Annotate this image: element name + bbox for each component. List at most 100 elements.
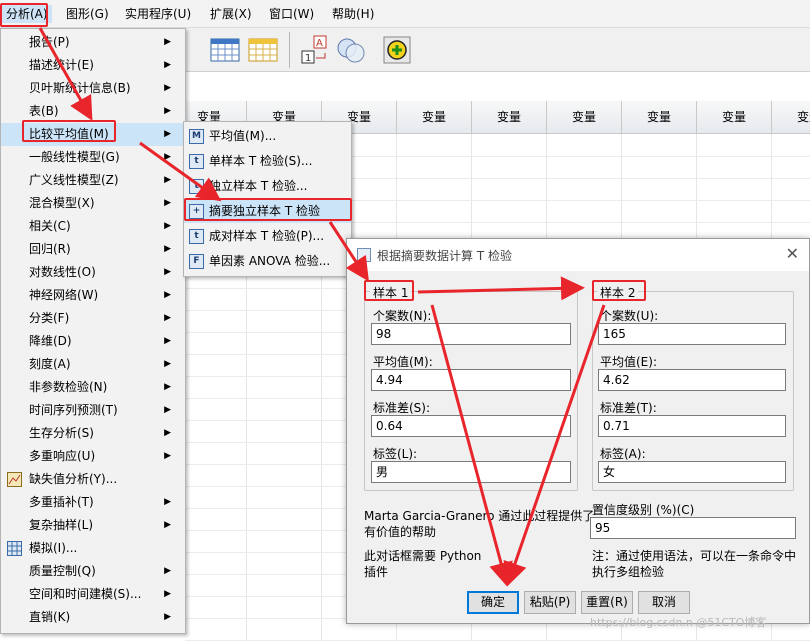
procedure-icon: F <box>189 254 204 269</box>
analyze-menu-item[interactable]: 描述统计(E) ▶ <box>1 54 185 77</box>
menu-item-label: 混合模型(X) <box>29 196 95 210</box>
analyze-menu-item[interactable]: 对数线性(O) ▶ <box>1 261 185 284</box>
column-header-variable[interactable]: 变量 <box>697 101 772 134</box>
compare-means-item[interactable]: t 单样本 T 检验(S)... <box>184 150 351 173</box>
menu-item-label: 刻度(A) <box>29 357 71 371</box>
analyze-menu-item[interactable]: 空间和时间建模(S)... ▶ <box>1 583 185 606</box>
menubar: 分析(A) 图形(G) 实用程序(U) 扩展(X) 窗口(W) 帮助(H) <box>0 0 810 28</box>
column-header-variable[interactable]: 变量 <box>772 101 810 134</box>
analyze-menu-item[interactable]: 一般线性模型(G) ▶ <box>1 146 185 169</box>
submenu-arrow-icon: ▶ <box>164 129 171 139</box>
menu-item-label: 贝叶斯统计信息(B) <box>29 81 131 95</box>
reset-button[interactable]: 重置(R) <box>581 591 633 614</box>
highlight-box-sample1 <box>364 280 414 301</box>
variable-view-grid-icon[interactable] <box>247 34 279 66</box>
syntax-note-line2: 执行多组检验 <box>592 565 665 579</box>
sample2-tag-input[interactable]: 女 <box>598 461 786 483</box>
submenu-arrow-icon: ▶ <box>164 221 171 231</box>
python-text-line2: 插件 <box>364 565 389 579</box>
menu-item-label: 描述统计(E) <box>29 58 94 72</box>
analyze-menu-item[interactable]: 相关(C) ▶ <box>1 215 185 238</box>
column-header-variable[interactable]: 变量 <box>397 101 472 134</box>
highlight-box-analyze-menu <box>0 3 48 27</box>
submenu-arrow-icon: ▶ <box>164 451 171 461</box>
paste-button[interactable]: 粘贴(P) <box>524 591 576 614</box>
ok-button[interactable]: 确定 <box>467 591 519 614</box>
analyze-menu-item[interactable]: 生存分析(S) ▶ <box>1 422 185 445</box>
sample1-mean-input[interactable]: 4.94 <box>371 369 571 391</box>
analyze-menu: 报告(P) ▶ 描述统计(E) ▶ 贝叶斯统计信息(B) ▶ 表(B) ▶ 比较平均值(M) ▶ 一… <box>0 28 186 634</box>
submenu-arrow-icon: ▶ <box>164 106 171 116</box>
confidence-level-input[interactable]: 95 <box>590 517 796 539</box>
use-sets-icon[interactable] <box>335 34 367 66</box>
analyze-menu-item[interactable]: 非参数检验(N) ▶ <box>1 376 185 399</box>
analyze-menu-item[interactable]: 报告(P) ▶ <box>1 31 185 54</box>
close-icon[interactable]: ✕ <box>786 244 799 263</box>
syntax-note-line1: 注：通过使用语法，可以在一条命令中 <box>592 549 797 563</box>
sample1-sd-input[interactable]: 0.64 <box>371 415 571 437</box>
menu-graphs[interactable]: 图形(G) <box>62 5 113 23</box>
menu-item-label: 模拟(I)... <box>29 541 78 555</box>
menu-item-label: 空间和时间建模(S)... <box>29 587 142 601</box>
sample2-tag-label: 标签(A): <box>600 447 646 461</box>
analyze-menu-item[interactable]: 刻度(A) ▶ <box>1 353 185 376</box>
highlight-box-compare-means <box>22 120 116 142</box>
analyze-menu-item[interactable]: 分类(F) ▶ <box>1 307 185 330</box>
column-header-variable[interactable]: 变量 <box>622 101 697 134</box>
analyze-menu-item[interactable]: 直销(K) ▶ <box>1 606 185 629</box>
submenu-arrow-icon: ▶ <box>164 37 171 47</box>
dialog-app-icon <box>357 248 371 262</box>
submenu-arrow-icon: ▶ <box>164 589 171 599</box>
submenu-arrow-icon: ▶ <box>164 313 171 323</box>
sample2-n-input[interactable]: 165 <box>598 323 786 345</box>
submenu-arrow-icon: ▶ <box>164 336 171 346</box>
submenu-item-label: 单样本 T 检验(S)... <box>209 154 313 168</box>
menu-item-label: 生存分析(S) <box>29 426 94 440</box>
value-labels-icon[interactable]: A1 <box>299 34 331 66</box>
submenu-arrow-icon: ▶ <box>164 428 171 438</box>
analyze-menu-item[interactable]: 时间序列预测(T) ▶ <box>1 399 185 422</box>
submenu-arrow-icon: ▶ <box>164 382 171 392</box>
menu-item-label: 时间序列预测(T) <box>29 403 118 417</box>
submenu-arrow-icon: ▶ <box>164 359 171 369</box>
compare-means-item[interactable]: t 独立样本 T 检验... <box>184 175 351 198</box>
sample2-sd-input[interactable]: 0.71 <box>598 415 786 437</box>
analyze-menu-item[interactable]: 贝叶斯统计信息(B) ▶ <box>1 77 185 100</box>
analyze-menu-item[interactable]: 多重响应(U) ▶ <box>1 445 185 468</box>
menu-help[interactable]: 帮助(H) <box>328 5 378 23</box>
menu-item-label: 回归(R) <box>29 242 71 256</box>
compare-means-item[interactable]: F 单因素 ANOVA 检验... <box>184 250 351 273</box>
submenu-arrow-icon: ▶ <box>164 566 171 576</box>
menu-window[interactable]: 窗口(W) <box>265 5 318 23</box>
menu-utilities[interactable]: 实用程序(U) <box>121 5 195 23</box>
sample1-n-input[interactable]: 98 <box>371 323 571 345</box>
toolbar: A1 <box>185 28 810 72</box>
sample2-mean-input[interactable]: 4.62 <box>598 369 786 391</box>
submenu-arrow-icon: ▶ <box>164 152 171 162</box>
column-header-variable[interactable]: 变量 <box>547 101 622 134</box>
data-view-grid-icon[interactable] <box>209 34 241 66</box>
analyze-menu-item[interactable]: 混合模型(X) ▶ <box>1 192 185 215</box>
menu-extensions[interactable]: 扩展(X) <box>206 5 256 23</box>
summary-t-test-dialog: 根据摘要数据计算 T 检验 ✕ 样本 1 个案数(N): 98 平均值(M): … <box>346 238 810 624</box>
menu-item-label: 相关(C) <box>29 219 71 233</box>
column-header-variable[interactable]: 变量 <box>472 101 547 134</box>
analyze-menu-item[interactable]: 质量控制(Q) ▶ <box>1 560 185 583</box>
analyze-menu-item[interactable]: 多重插补(T) ▶ <box>1 491 185 514</box>
analyze-menu-item[interactable]: 缺失值分析(Y)... <box>1 468 185 491</box>
analyze-menu-item[interactable]: 广义线性模型(Z) ▶ <box>1 169 185 192</box>
compare-means-item[interactable]: M 平均值(M)... <box>184 125 351 148</box>
cancel-button[interactable]: 取消 <box>638 591 690 614</box>
analyze-menu-item[interactable]: 降维(D) ▶ <box>1 330 185 353</box>
analyze-menu-item[interactable]: 神经网络(W) ▶ <box>1 284 185 307</box>
compare-means-item[interactable]: t 成对样本 T 检验(P)... <box>184 225 351 248</box>
sample1-tag-input[interactable]: 男 <box>371 461 571 483</box>
procedure-icon: M <box>189 129 204 144</box>
menu-item-label: 一般线性模型(G) <box>29 150 120 164</box>
menu-item-label: 质量控制(Q) <box>29 564 96 578</box>
analyze-menu-item[interactable]: 模拟(I)... <box>1 537 185 560</box>
analyze-menu-item[interactable]: 回归(R) ▶ <box>1 238 185 261</box>
menu-item-label: 非参数检验(N) <box>29 380 108 394</box>
analyze-menu-item[interactable]: 复杂抽样(L) ▶ <box>1 514 185 537</box>
add-icon[interactable] <box>381 34 413 66</box>
